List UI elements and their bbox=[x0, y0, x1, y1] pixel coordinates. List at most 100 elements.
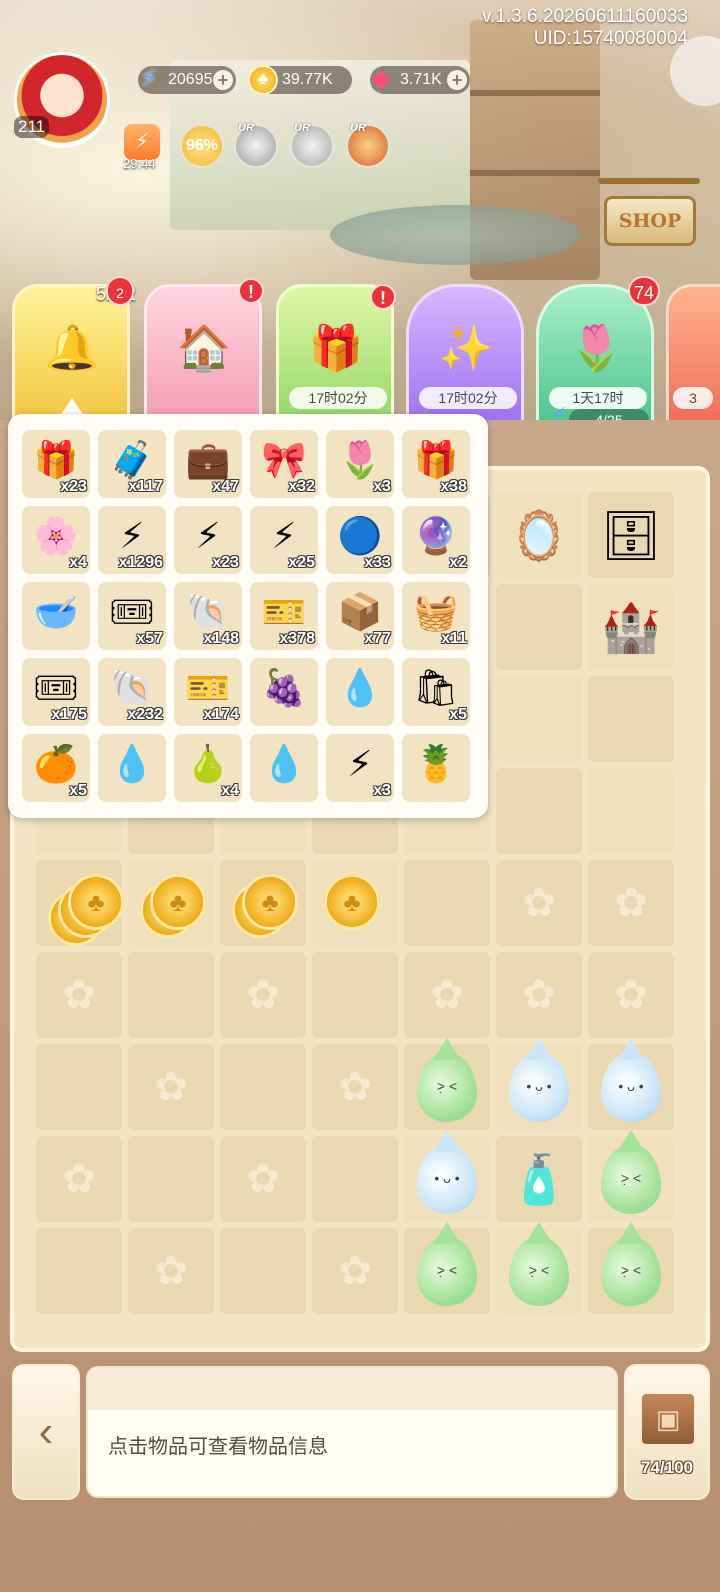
blue-water-drop-icon[interactable]: • ᴗ • bbox=[496, 1044, 582, 1130]
clover-coin-icon[interactable]: ♣ bbox=[312, 860, 398, 946]
coin: ♣ bbox=[150, 874, 206, 930]
up-rate-badge[interactable]: 96% bbox=[180, 124, 224, 168]
inventory-slot[interactable]: ⚡ x1296 bbox=[98, 506, 166, 574]
inventory-slot[interactable]: 💼 x47 bbox=[174, 430, 242, 498]
clover-coin-icon[interactable]: ♣♣ bbox=[128, 860, 214, 946]
info-panel-header bbox=[88, 1368, 616, 1410]
inventory-slot[interactable]: 🍐 x4 bbox=[174, 734, 242, 802]
board-cell[interactable] bbox=[128, 1228, 214, 1314]
inventory-slot[interactable]: ⚡ x23 bbox=[174, 506, 242, 574]
board-cell[interactable] bbox=[312, 1044, 398, 1130]
board-cell[interactable] bbox=[36, 952, 122, 1038]
inventory-slot[interactable]: 💧 bbox=[98, 734, 166, 802]
blue-water-drop-icon[interactable]: • ᴗ • bbox=[404, 1136, 490, 1222]
item-quantity: x232 bbox=[127, 706, 163, 723]
add-gems-button[interactable]: + bbox=[447, 70, 467, 90]
inventory-slot[interactable]: 🧺 x11 bbox=[402, 582, 470, 650]
board-cell[interactable] bbox=[36, 1228, 122, 1314]
board-cell[interactable] bbox=[588, 676, 674, 762]
inventory-slot[interactable]: 🌷 x3 bbox=[326, 430, 394, 498]
inventory-slot[interactable]: 🎁 x23 bbox=[22, 430, 90, 498]
ur-character-3[interactable]: UR bbox=[346, 122, 390, 168]
board-cell[interactable] bbox=[496, 584, 582, 670]
inventory-slot[interactable]: 🥣 bbox=[22, 582, 90, 650]
board-cell[interactable] bbox=[220, 1044, 306, 1130]
board-cell[interactable] bbox=[220, 1136, 306, 1222]
storage-box-button[interactable]: ▣ 74/100 bbox=[624, 1364, 710, 1500]
inventory-slot[interactable]: 🔵 x33 bbox=[326, 506, 394, 574]
board-cell[interactable] bbox=[128, 952, 214, 1038]
board-cell[interactable] bbox=[496, 952, 582, 1038]
inventory-slot[interactable]: 🧳 x117 bbox=[98, 430, 166, 498]
green-water-drop-icon[interactable]: ˃̣ ˂ bbox=[404, 1228, 490, 1314]
board-cell[interactable] bbox=[128, 1044, 214, 1130]
inventory-slot[interactable]: 🍇 bbox=[250, 658, 318, 726]
board-cell[interactable] bbox=[36, 1044, 122, 1130]
board-cell[interactable] bbox=[588, 952, 674, 1038]
inventory-slot[interactable]: 💧 bbox=[250, 734, 318, 802]
green-water-drop-icon[interactable]: ˃̣ ˂ bbox=[588, 1136, 674, 1222]
vanity-mirror-icon[interactable]: 🪞 bbox=[496, 492, 582, 578]
inventory-slot[interactable]: 🎁 x38 bbox=[402, 430, 470, 498]
event-card-star-bottle[interactable]: ✨ 17时02分 bbox=[406, 284, 524, 432]
alert-badge: ! bbox=[370, 284, 396, 310]
inventory-slot[interactable]: 💧 bbox=[326, 658, 394, 726]
inventory-slot[interactable]: 🐚 x148 bbox=[174, 582, 242, 650]
shop-button[interactable]: SHOP bbox=[604, 196, 696, 246]
inventory-slot[interactable]: 🎀 x32 bbox=[250, 430, 318, 498]
merge-item: 🗄 bbox=[600, 509, 662, 563]
back-button[interactable]: ‹ bbox=[12, 1364, 80, 1500]
board-cell[interactable] bbox=[496, 676, 582, 762]
inventory-slot[interactable]: 📦 x77 bbox=[326, 582, 394, 650]
ur-character-1[interactable]: UR bbox=[234, 122, 278, 168]
inventory-slot[interactable]: 🎫 x174 bbox=[174, 658, 242, 726]
gem-counter[interactable]: ◆ 3.71K + bbox=[370, 65, 470, 94]
event-card-house[interactable]: 🏠 bbox=[144, 284, 262, 432]
board-cell[interactable] bbox=[220, 952, 306, 1038]
inventory-slot[interactable]: 🌸 x4 bbox=[22, 506, 90, 574]
castle-icon[interactable]: 🏰 bbox=[588, 584, 674, 670]
item-quantity: x47 bbox=[212, 478, 239, 495]
clover-coin-icon[interactable]: ♣♣ bbox=[220, 860, 306, 946]
blue-water-drop-icon[interactable]: • ᴗ • bbox=[588, 1044, 674, 1130]
inventory-slot[interactable]: 🎟 x175 bbox=[22, 658, 90, 726]
cabinet-icon[interactable]: 🗄 bbox=[588, 492, 674, 578]
green-water-drop-icon[interactable]: ˃̣ ˂ bbox=[404, 1044, 490, 1130]
board-cell[interactable] bbox=[312, 1228, 398, 1314]
inventory-slot[interactable]: 🐚 x232 bbox=[98, 658, 166, 726]
inventory-slot[interactable]: 🛍 x5 bbox=[402, 658, 470, 726]
inventory-slot[interactable]: 🎫 x378 bbox=[250, 582, 318, 650]
inventory-slot[interactable]: ⚡ x25 bbox=[250, 506, 318, 574]
inventory-slot[interactable]: ⚡ x3 bbox=[326, 734, 394, 802]
boost-timer: 29:44 bbox=[123, 156, 156, 171]
event-card-garden[interactable]: 🌷 1天17时 ⚡ 4/25 bbox=[536, 284, 654, 432]
inventory-slot[interactable]: 🔮 x2 bbox=[402, 506, 470, 574]
coin-counter[interactable]: ♣ 39.77K bbox=[248, 65, 352, 95]
board-cell[interactable] bbox=[496, 768, 582, 854]
board-cell[interactable] bbox=[312, 1136, 398, 1222]
board-cell[interactable] bbox=[496, 860, 582, 946]
board-cell[interactable] bbox=[36, 1136, 122, 1222]
inventory-slot[interactable]: 🍊 x5 bbox=[22, 734, 90, 802]
energy-counter[interactable]: ⚡ 20695 + bbox=[138, 65, 236, 94]
board-cell[interactable] bbox=[312, 952, 398, 1038]
add-energy-button[interactable]: + bbox=[213, 70, 233, 90]
inventory-slot[interactable]: 🍍 bbox=[402, 734, 470, 802]
event-timer: 17时02分 bbox=[419, 387, 517, 409]
green-water-drop-icon[interactable]: ˃̣ ˂ bbox=[496, 1228, 582, 1314]
board-cell[interactable] bbox=[404, 860, 490, 946]
energy-boost-button[interactable]: ⚡ bbox=[124, 124, 160, 160]
board-cell[interactable] bbox=[128, 1136, 214, 1222]
event-card-partial[interactable]: 3 bbox=[666, 284, 720, 432]
board-cell[interactable] bbox=[220, 1228, 306, 1314]
inventory-slot[interactable]: 🎟 x57 bbox=[98, 582, 166, 650]
perfume-bottle-icon[interactable]: 🧴 bbox=[496, 1136, 582, 1222]
green-water-drop-icon[interactable]: ˃̣ ˂ bbox=[588, 1228, 674, 1314]
item-quantity: x11 bbox=[441, 630, 467, 647]
drop-face: • ᴗ • bbox=[434, 1170, 460, 1186]
clover-coin-icon[interactable]: ♣♣♣ bbox=[36, 860, 124, 946]
board-cell[interactable] bbox=[404, 952, 490, 1038]
board-cell[interactable] bbox=[588, 860, 674, 946]
board-cell[interactable] bbox=[588, 768, 674, 854]
ur-character-2[interactable]: UR bbox=[290, 122, 334, 168]
